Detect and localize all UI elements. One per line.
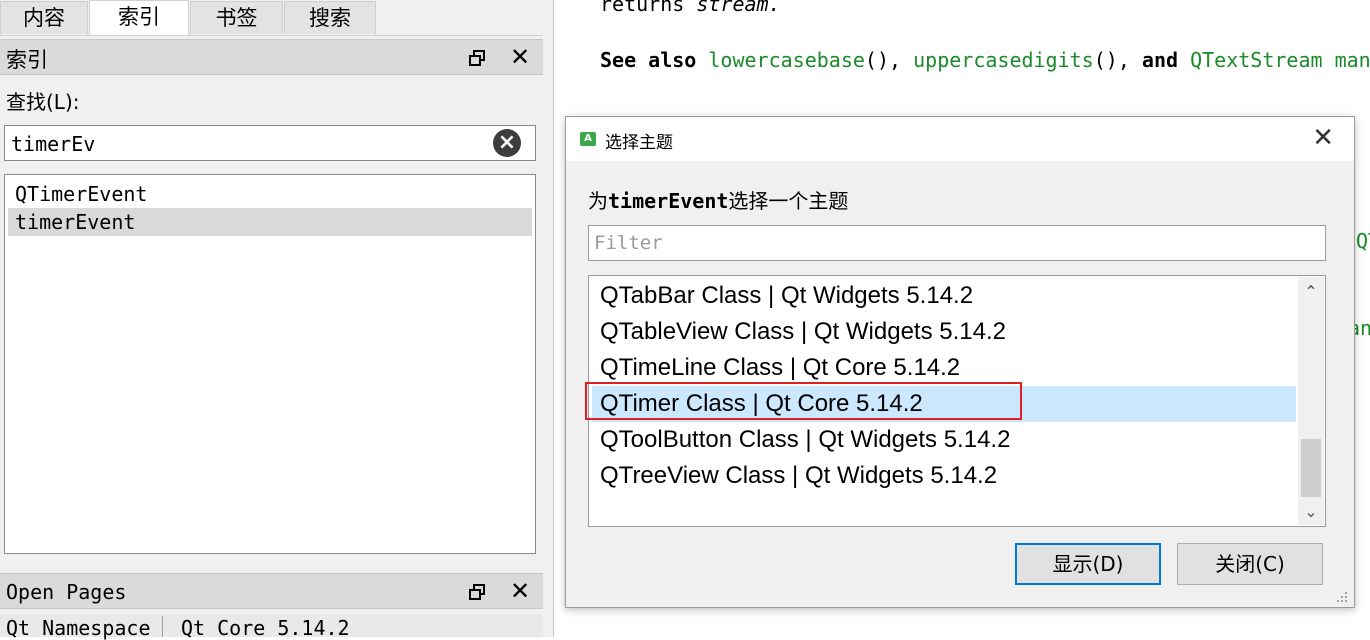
doc-text: ,: [1117, 48, 1142, 72]
sidebar-tabbar: 内容 索引 书签 搜索: [0, 0, 553, 36]
tab-contents[interactable]: 内容: [0, 1, 88, 34]
chevron-up-icon[interactable]: ⌃: [1298, 279, 1324, 305]
scrollbar-thumb[interactable]: [1301, 439, 1321, 497]
clear-search-icon[interactable]: ×: [493, 129, 521, 157]
tab-index[interactable]: 索引: [89, 0, 189, 36]
topic-list-scrollbar[interactable]: ⌃ ⌄: [1298, 277, 1324, 525]
doc-text: (): [864, 48, 890, 72]
resize-grip-icon[interactable]: [1336, 591, 1348, 603]
open-pages-title: Open Pages: [6, 580, 127, 604]
doc-link[interactable]: QT: [1356, 229, 1370, 253]
close-button[interactable]: 关闭(C): [1177, 543, 1323, 585]
doc-returns-line: returns stream.: [600, 0, 781, 16]
doc-link[interactable]: QTextStream man: [1190, 48, 1370, 72]
index-dock-title: 索引: [6, 48, 48, 72]
index-search-input[interactable]: timerEv ×: [4, 125, 536, 161]
prompt-text: 为: [588, 189, 608, 213]
open-page-item[interactable]: Qt Namespace: [6, 616, 151, 640]
see-also-label: See also: [600, 48, 697, 72]
dialog-prompt: 为timerEvent选择一个主题: [588, 185, 848, 214]
open-page-item[interactable]: Qt Core 5.14.2: [181, 616, 350, 640]
index-search-value: timerEv: [11, 132, 96, 156]
prompt-keyword: timerEvent: [608, 189, 729, 213]
tab-bookmarks[interactable]: 书签: [190, 1, 283, 34]
float-icon[interactable]: [469, 50, 485, 66]
index-dock-titlebar: 索引 ✕: [0, 39, 543, 75]
open-pages-list: Qt Namespace Qt Core 5.14.2: [0, 614, 543, 640]
filter-placeholder: Filter: [594, 232, 663, 254]
doc-text: returns: [600, 0, 697, 16]
doc-text: (): [1093, 48, 1118, 72]
open-pages-titlebar: Open Pages ✕: [0, 573, 543, 609]
index-result-list: QTimerEvent timerEvent: [4, 174, 536, 554]
topic-item[interactable]: QTableView Class | Qt Widgets 5.14.2: [592, 314, 1296, 350]
list-item[interactable]: timerEvent: [8, 208, 532, 236]
find-label: 查找(L):: [6, 90, 80, 114]
float-icon[interactable]: [469, 584, 485, 600]
chevron-down-icon[interactable]: ⌄: [1298, 499, 1324, 525]
selection-highlight-annotation: [585, 382, 1022, 420]
close-icon[interactable]: ✕: [510, 576, 530, 606]
close-icon[interactable]: ✕: [1312, 121, 1334, 155]
doc-text: and: [1141, 48, 1179, 72]
prompt-text: 选择一个主题: [728, 189, 849, 213]
app-icon: A: [580, 132, 596, 146]
close-icon[interactable]: ✕: [510, 42, 530, 72]
doc-see-also-line: See also lowercasebase(), uppercasedigit…: [600, 48, 1370, 72]
list-item[interactable]: QTimerEvent: [8, 180, 532, 208]
panel-splitter[interactable]: [543, 0, 554, 637]
topic-item[interactable]: QToolButton Class | Qt Widgets 5.14.2: [592, 422, 1296, 458]
doc-text: stream.: [696, 0, 781, 16]
tab-divider: [0, 35, 553, 36]
select-topic-dialog: A 选择主题 ✕ 为timerEvent选择一个主题 Filter QTabBa…: [565, 116, 1355, 608]
topic-item[interactable]: QTimeLine Class | Qt Core 5.14.2: [592, 350, 1296, 386]
topic-item[interactable]: QTabBar Class | Qt Widgets 5.14.2: [592, 278, 1296, 314]
doc-link[interactable]: uppercasedigits: [913, 48, 1094, 72]
dialog-titlebar: A 选择主题 ✕: [566, 117, 1354, 161]
filter-input[interactable]: Filter: [588, 225, 1326, 261]
show-button[interactable]: 显示(D): [1015, 543, 1161, 585]
tab-search[interactable]: 搜索: [284, 1, 376, 34]
topic-item[interactable]: QTreeView Class | Qt Widgets 5.14.2: [592, 458, 1296, 494]
doc-link[interactable]: lowercasebase: [708, 48, 865, 72]
dialog-title: 选择主题: [605, 133, 673, 153]
divider: [162, 616, 163, 637]
help-sidebar: 内容 索引 书签 搜索 索引 ✕ 查找(L): timerEv × QTimer…: [0, 0, 553, 640]
doc-text: ,: [889, 48, 914, 72]
